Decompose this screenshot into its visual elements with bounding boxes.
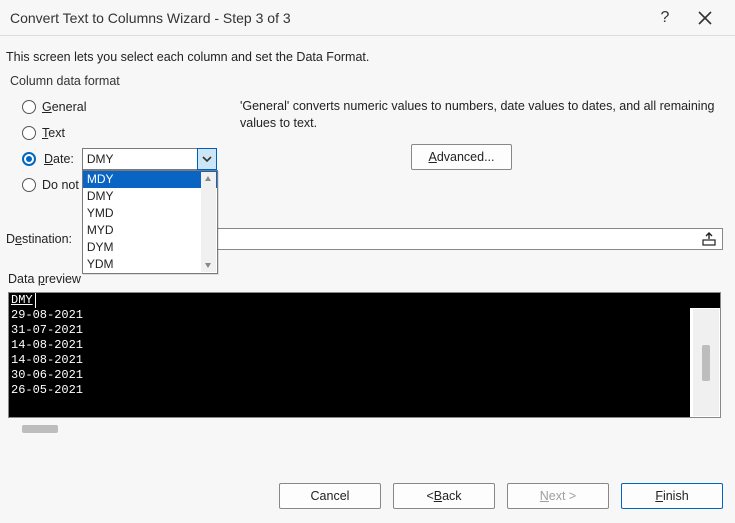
data-preview-label: Data preview (8, 272, 723, 286)
dropdown-option[interactable]: MYD (83, 222, 217, 239)
chevron-down-icon (202, 154, 212, 164)
help-button[interactable]: ? (645, 4, 685, 32)
preview-horizontal-scrollbar[interactable] (10, 422, 719, 438)
radio-date-label: Date: (44, 152, 74, 166)
advanced-button[interactable]: Advanced... (411, 144, 511, 170)
dropdown-option[interactable]: DYM (83, 239, 217, 256)
preview-row: 30-06-2021 (11, 368, 688, 383)
format-hint-text: 'General' converts numeric values to num… (240, 98, 723, 132)
radio-donot-label: Do not i (42, 178, 85, 192)
preview-row: 14-08-2021 (11, 353, 688, 368)
range-picker-icon (702, 232, 716, 246)
dropdown-option[interactable]: MDY (83, 171, 217, 188)
column-data-format-group: Column data format General Text Date: (6, 74, 723, 198)
data-preview: DMY 29-08-202131-07-202114-08-202114-08-… (8, 292, 721, 438)
preview-row: 31-07-2021 (11, 323, 688, 338)
radio-date[interactable]: Date: DMY MDYDMYYMDMYDDYMYDM (22, 146, 240, 172)
finish-button[interactable]: Finish (621, 483, 723, 509)
radio-text-label: Text (42, 126, 65, 140)
radio-general-label: General (42, 100, 86, 114)
radio-icon (22, 100, 36, 114)
preview-row: 14-08-2021 (11, 338, 688, 353)
window-title: Convert Text to Columns Wizard - Step 3 … (10, 10, 645, 26)
title-bar: Convert Text to Columns Wizard - Step 3 … (0, 0, 735, 36)
combo-arrow-button[interactable] (197, 148, 217, 170)
dropdown-option[interactable]: DMY (83, 188, 217, 205)
radio-text[interactable]: Text (22, 120, 240, 146)
cancel-button[interactable]: Cancel (279, 483, 381, 509)
radio-icon (22, 178, 36, 192)
dropdown-scrollbar[interactable] (201, 172, 216, 272)
scroll-thumb[interactable] (702, 345, 710, 381)
close-icon (698, 11, 712, 25)
date-format-value: DMY (82, 148, 198, 170)
next-button: Next > (507, 483, 609, 509)
destination-label: Destination: (6, 232, 78, 246)
group-legend: Column data format (10, 74, 723, 88)
radio-icon (22, 152, 36, 166)
preview-column-header[interactable]: DMY (9, 293, 36, 308)
scroll-down-icon (201, 258, 216, 272)
preview-data-area: 29-08-202131-07-202114-08-202114-08-2021… (9, 308, 690, 417)
preview-vertical-scrollbar[interactable] (693, 309, 719, 416)
date-format-dropdown[interactable]: MDYDMYYMDMYDDYMYDM (82, 170, 218, 274)
preview-header[interactable]: DMY (8, 292, 721, 308)
dropdown-option[interactable]: YDM (83, 256, 217, 273)
close-button[interactable] (685, 4, 725, 32)
dropdown-option[interactable]: YMD (83, 205, 217, 222)
date-format-combo[interactable]: DMY MDYDMYYMDMYDDYMYDM (82, 148, 217, 170)
preview-row: 29-08-2021 (11, 308, 688, 323)
scroll-thumb[interactable] (22, 425, 58, 433)
preview-row: 26-05-2021 (11, 383, 688, 398)
intro-text: This screen lets you select each column … (6, 50, 723, 64)
range-picker-button[interactable] (700, 231, 718, 247)
scroll-up-icon (201, 172, 216, 186)
radio-icon (22, 126, 36, 140)
back-button[interactable]: < Back (393, 483, 495, 509)
radio-general[interactable]: General (22, 94, 240, 120)
footer-buttons: Cancel < Back Next > Finish (0, 473, 735, 523)
